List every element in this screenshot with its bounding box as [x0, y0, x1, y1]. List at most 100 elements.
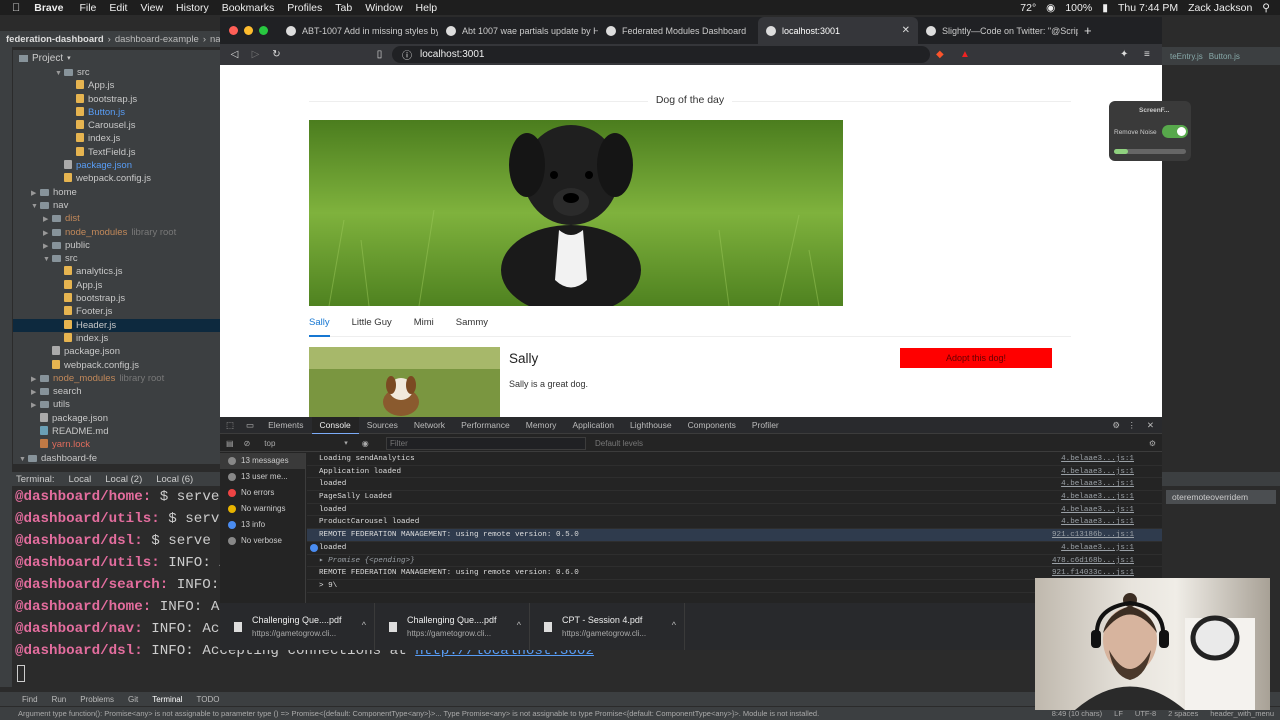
- chevron-up-icon[interactable]: ^: [362, 620, 366, 630]
- breadcrumb-example[interactable]: dashboard-example: [115, 34, 199, 45]
- battery-percent[interactable]: 100%: [1065, 2, 1092, 14]
- console-message[interactable]: Application loaded 4.belaae3...js:1: [307, 466, 1162, 479]
- console-filter-item[interactable]: No verbose: [220, 533, 305, 549]
- breadcrumb-root[interactable]: federation-dashboard: [6, 34, 104, 45]
- console-settings-icon[interactable]: ⚙: [1149, 439, 1156, 448]
- tree-item[interactable]: package.json: [13, 412, 220, 425]
- weather-temp[interactable]: 72°: [1020, 2, 1036, 14]
- devtools-tab-profiler[interactable]: Profiler: [744, 417, 787, 434]
- devtools-tab-application[interactable]: Application: [564, 417, 622, 434]
- brave-shields-icon[interactable]: ◆: [936, 49, 944, 60]
- chevron-down-icon[interactable]: ▼: [43, 253, 52, 266]
- console-message[interactable]: loaded 4.belaae3...js:1: [307, 542, 1162, 555]
- tree-item[interactable]: Carousel.js: [13, 119, 220, 132]
- sidebar-toggle-icon[interactable]: ▤: [220, 439, 240, 448]
- terminal-tab-local-6[interactable]: Local (6): [156, 474, 193, 485]
- tool-todo[interactable]: TODO: [197, 695, 220, 704]
- menubar-app-name[interactable]: Brave: [34, 2, 63, 14]
- right-terminal-tab[interactable]: oteremoteoverridem: [1166, 490, 1276, 504]
- tree-item[interactable]: bootstrap.js: [13, 292, 220, 305]
- tree-item[interactable]: ▶ public: [13, 239, 220, 252]
- console-filter-item[interactable]: 13 info: [220, 517, 305, 533]
- download-item[interactable]: Challenging Que....pdf https://gametogrow…: [220, 603, 375, 650]
- console-message[interactable]: PageSally Loaded 4.belaae3...js:1: [307, 491, 1162, 504]
- console-source-link[interactable]: 478.c6d168b...js:1: [1052, 555, 1134, 568]
- chevron-right-icon[interactable]: ▶: [31, 386, 40, 399]
- tree-item[interactable]: ▶ node_modules library root: [13, 372, 220, 385]
- tree-item[interactable]: App.js: [13, 79, 220, 92]
- console-message[interactable]: > 9\: [307, 580, 1162, 593]
- inspect-icon[interactable]: ⬚: [220, 420, 240, 431]
- browser-tab[interactable]: ABT-1007 Add in missing styles by: [278, 17, 438, 44]
- chevron-right-icon[interactable]: ▶: [31, 187, 40, 200]
- download-item[interactable]: CPT - Session 4.pdf https://gametogrow.cl…: [530, 603, 685, 650]
- editor-tab-entry[interactable]: teEntry.js: [1170, 52, 1203, 61]
- console-message[interactable]: ProductCarousel loaded 4.belaae3...js:1: [307, 516, 1162, 530]
- tree-item[interactable]: package.json: [13, 345, 220, 358]
- tree-item[interactable]: yarn.lock: [13, 438, 220, 451]
- console-filter-item[interactable]: No errors: [220, 485, 305, 501]
- dog-tab-little-guy[interactable]: Little Guy: [352, 315, 392, 337]
- status-line-ending[interactable]: LF: [1114, 709, 1123, 718]
- tree-item[interactable]: ▶ node_modules library root: [13, 226, 220, 239]
- eye-icon[interactable]: ◉: [362, 439, 369, 448]
- tree-item[interactable]: ▶ dist: [13, 212, 220, 225]
- browser-tab[interactable]: localhost:3001 ✕: [758, 17, 918, 44]
- console-message[interactable]: loaded 4.belaae3...js:1: [307, 478, 1162, 492]
- browser-tab[interactable]: Abt 1007 wae partials update by Hi: [438, 17, 598, 44]
- close-tab-icon[interactable]: ✕: [902, 25, 910, 36]
- console-message[interactable]: ▸ Promise {<pending>} 478.c6d168b...js:1: [307, 555, 1162, 568]
- chevron-right-icon[interactable]: ▶: [43, 240, 52, 253]
- device-toggle-icon[interactable]: ▭: [240, 420, 260, 431]
- chevron-right-icon[interactable]: ▶: [43, 213, 52, 226]
- menu-help[interactable]: Help: [416, 2, 438, 14]
- bookmark-icon[interactable]: ▯: [369, 49, 390, 60]
- browser-tab[interactable]: Federated Modules Dashboard: [598, 17, 758, 44]
- console-filter-input[interactable]: [386, 437, 586, 450]
- log-levels-select[interactable]: Default levels: [595, 439, 643, 448]
- tree-item[interactable]: Footer.js: [13, 305, 220, 318]
- tree-item[interactable]: index.js: [13, 332, 220, 345]
- chevron-right-icon[interactable]: ▶: [31, 373, 40, 386]
- status-encoding[interactable]: UTF-8: [1135, 709, 1156, 718]
- devtools-tab-lighthouse[interactable]: Lighthouse: [622, 417, 680, 434]
- tool-find[interactable]: Find: [22, 695, 38, 704]
- menu-window[interactable]: Window: [365, 2, 402, 14]
- tree-item[interactable]: ▶ home: [13, 186, 220, 199]
- address-bar[interactable]: ⓘ localhost:3001: [392, 46, 930, 63]
- tree-item[interactable]: ▶ search: [13, 385, 220, 398]
- menu-tab[interactable]: Tab: [335, 2, 352, 14]
- tree-item[interactable]: webpack.config.js: [13, 172, 220, 185]
- tree-item[interactable]: ▼ nav: [13, 199, 220, 212]
- dog-tab-sally[interactable]: Sally: [309, 315, 330, 337]
- console-source-link[interactable]: 4.belaae3...js:1: [1061, 453, 1134, 466]
- dog-tab-mimi[interactable]: Mimi: [414, 315, 434, 337]
- menu-edit[interactable]: Edit: [109, 2, 127, 14]
- console-source-link[interactable]: 4.belaae3...js:1: [1061, 478, 1134, 491]
- zoom-window-icon[interactable]: [259, 26, 268, 35]
- tree-item[interactable]: bootstrap.js: [13, 93, 220, 106]
- clear-console-icon[interactable]: ⊘: [240, 439, 255, 448]
- console-source-link[interactable]: 4.belaae3...js:1: [1061, 516, 1134, 529]
- tree-item[interactable]: Button.js: [13, 106, 220, 119]
- tree-item[interactable]: ▼ src: [13, 66, 220, 79]
- tree-item[interactable]: package.json: [13, 159, 220, 172]
- console-message[interactable]: REMOTE FEDERATION MANAGEMENT: using remo…: [307, 567, 1162, 580]
- console-source-link[interactable]: 4.belaae3...js:1: [1061, 466, 1134, 479]
- console-filter-item[interactable]: No warnings: [220, 501, 305, 517]
- breadcrumb-nav[interactable]: nav: [210, 34, 220, 45]
- site-info-icon[interactable]: ⓘ: [402, 47, 412, 62]
- dog-tab-sammy[interactable]: Sammy: [456, 315, 488, 337]
- chevron-up-icon[interactable]: ^: [672, 620, 676, 630]
- devtools-tab-components[interactable]: Components: [680, 417, 744, 434]
- chevron-down-icon[interactable]: ▾: [67, 54, 71, 62]
- tool-terminal[interactable]: Terminal: [152, 695, 182, 704]
- more-options-icon[interactable]: ⋮: [1128, 420, 1137, 431]
- chevron-down-icon[interactable]: ▼: [31, 200, 40, 213]
- console-message[interactable]: REMOTE FEDERATION MANAGEMENT: using remo…: [307, 529, 1162, 542]
- tree-item[interactable]: webpack.config.js: [13, 359, 220, 372]
- status-branch[interactable]: header_with_menu: [1210, 709, 1274, 718]
- brave-rewards-icon[interactable]: ▲: [960, 49, 970, 60]
- devtools-tab-performance[interactable]: Performance: [453, 417, 518, 434]
- project-panel-title[interactable]: Project: [32, 53, 63, 64]
